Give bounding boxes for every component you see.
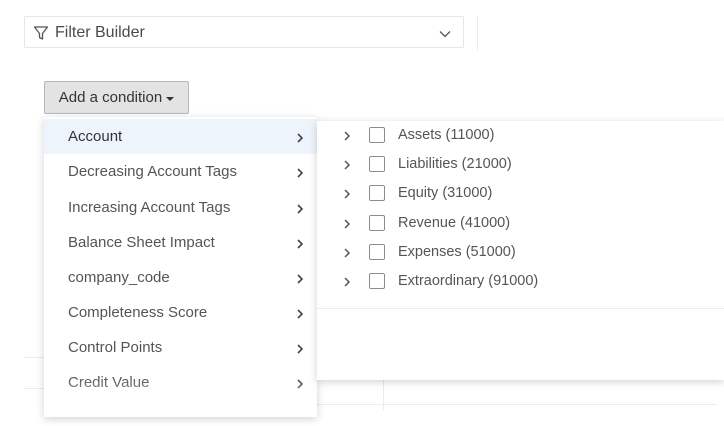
menu-item-company-code[interactable]: company_code [44,260,317,295]
menu-item-increasing-account-tags[interactable]: Increasing Account Tags [44,190,317,225]
chevron-right-icon [295,166,305,178]
submenu-item-label: Extraordinary (91000) [398,273,539,289]
chevron-right-icon[interactable] [343,130,351,142]
chevron-right-icon [295,307,305,319]
background-divider [24,388,44,389]
submenu-item-label: Liabilities (21000) [398,156,512,172]
filter-builder-header[interactable]: Filter Builder [24,16,464,48]
chevron-right-icon [295,377,305,389]
submenu-item-label: Equity (31000) [398,185,493,201]
submenu-item-assets: Assets (11000) [317,121,724,150]
chevron-right-icon [295,202,305,214]
menu-item-account[interactable]: Account [44,119,317,154]
checkbox[interactable] [369,244,385,260]
submenu-item-expenses: Expenses (51000) [317,238,724,267]
menu-item-label: Account [68,128,123,145]
menu-item-completeness-score[interactable]: Completeness Score [44,295,317,330]
submenu-item-revenue: Revenue (41000) [317,209,724,238]
checkbox[interactable] [369,273,385,289]
menu-item-label: Balance Sheet Impact [68,234,215,251]
menu-item-decreasing-account-tags[interactable]: Decreasing Account Tags [44,154,317,189]
chevron-right-icon[interactable] [343,159,351,171]
menu-item-credit-value[interactable]: Credit Value [44,365,317,400]
chevron-right-icon [295,237,305,249]
submenu-item-label: Assets (11000) [398,127,495,143]
background-divider [383,380,384,410]
background-divider [24,357,44,358]
background-divider [317,404,717,405]
account-submenu: Assets (11000) Liabilities (21000) Equit… [317,121,724,380]
chevron-right-icon[interactable] [343,188,351,200]
add-condition-label: Add a condition [58,89,163,106]
submenu-item-equity: Equity (31000) [317,179,724,208]
chevron-right-icon[interactable] [343,247,351,259]
chevron-right-icon [295,272,305,284]
menu-item-label: Credit Value [68,374,150,391]
menu-item-control-points[interactable]: Control Points [44,330,317,365]
checkbox[interactable] [369,156,385,172]
filter-builder-title: Filter Builder [55,24,145,41]
submenu-item-extraordinary: Extraordinary (91000) [317,267,724,296]
checkbox[interactable] [369,127,385,143]
condition-field-menu: Account Decreasing Account Tags Increasi… [44,117,317,417]
submenu-divider [317,308,724,309]
add-condition-button[interactable]: Add a condition [44,81,189,114]
submenu-item-label: Revenue (41000) [398,215,511,231]
funnel-icon [33,25,49,41]
menu-item-label: Increasing Account Tags [68,199,231,216]
submenu-item-label: Expenses (51000) [398,244,516,260]
checkbox[interactable] [369,185,385,201]
submenu-item-liabilities: Liabilities (21000) [317,150,724,179]
chevron-right-icon [295,342,305,354]
menu-item-label: Control Points [68,339,163,356]
menu-item-label: Completeness Score [68,304,208,321]
chevron-right-icon [295,131,305,143]
checkbox[interactable] [369,215,385,231]
background-divider [477,16,478,50]
chevron-right-icon[interactable] [343,276,351,288]
caret-down-icon [166,96,175,101]
chevron-right-icon[interactable] [343,218,351,230]
menu-item-balance-sheet-impact[interactable]: Balance Sheet Impact [44,225,317,260]
menu-item-label: company_code [68,269,170,286]
menu-item-label: Decreasing Account Tags [68,163,237,180]
chevron-down-icon[interactable] [439,27,451,39]
